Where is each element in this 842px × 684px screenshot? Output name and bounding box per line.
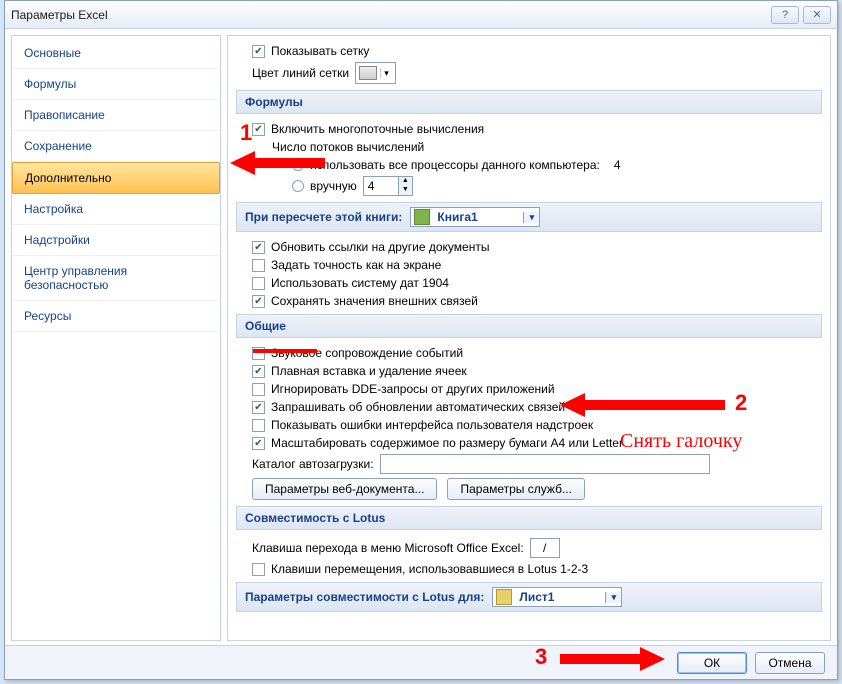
dialog-footer: ОК Отмена bbox=[5, 645, 837, 679]
lotus-params-label: Параметры совместимости с Lotus для: bbox=[245, 590, 484, 604]
scale-a4-label: Масштабировать содержимое по размеру бум… bbox=[271, 436, 623, 450]
sound-label: Звуковое сопровождение событий bbox=[271, 346, 463, 360]
ignore-dde-checkbox[interactable] bbox=[252, 383, 265, 396]
ask-update-label: Запрашивать об обновлении автоматических… bbox=[271, 400, 565, 414]
addin-errors-checkbox[interactable] bbox=[252, 419, 265, 432]
sidebar-item-customize[interactable]: Настройка bbox=[12, 194, 220, 225]
threads-label: Число потоков вычислений bbox=[272, 140, 424, 154]
spin-down-icon[interactable]: ▼ bbox=[398, 186, 412, 195]
workbook-name: Книга1 bbox=[433, 210, 523, 224]
titlebar: Параметры Excel ? ✕ bbox=[5, 1, 837, 29]
cancel-button[interactable]: Отмена bbox=[755, 652, 825, 674]
grid-color-picker[interactable]: ▾ bbox=[355, 62, 396, 84]
smooth-insert-checkbox[interactable] bbox=[252, 365, 265, 378]
use-all-cpus-radio[interactable] bbox=[292, 159, 304, 171]
screen-precision-label: Задать точность как на экране bbox=[271, 258, 441, 272]
recalc-header-label: При пересчете этой книги: bbox=[245, 210, 402, 224]
spin-up-icon[interactable]: ▲ bbox=[398, 177, 412, 186]
autoload-path-input[interactable] bbox=[380, 454, 710, 474]
lotus-keys-label: Клавиши перемещения, использовавшиеся в … bbox=[271, 562, 588, 576]
show-grid-label: Показывать сетку bbox=[271, 44, 369, 58]
screen-precision-checkbox[interactable] bbox=[252, 259, 265, 272]
content-panel[interactable]: Показывать сетку Цвет линий сетки ▾ Форм… bbox=[227, 35, 831, 641]
update-links-checkbox[interactable] bbox=[252, 241, 265, 254]
date-1904-checkbox[interactable] bbox=[252, 277, 265, 290]
sidebar-item-advanced[interactable]: Дополнительно bbox=[12, 162, 220, 194]
scale-a4-checkbox[interactable] bbox=[252, 437, 265, 450]
options-dialog: Параметры Excel ? ✕ Основные Формулы Пра… bbox=[4, 0, 838, 680]
recalc-header: При пересчете этой книги: Книга1 ▾ bbox=[236, 202, 822, 232]
thread-count-value: 4 bbox=[364, 177, 398, 195]
thread-count-spinner[interactable]: 4 ▲▼ bbox=[363, 176, 413, 196]
service-params-button[interactable]: Параметры служб... bbox=[447, 478, 584, 500]
close-button[interactable]: ✕ bbox=[803, 6, 831, 24]
window-title: Параметры Excel bbox=[11, 8, 771, 22]
sound-checkbox[interactable] bbox=[252, 347, 265, 360]
titlebar-buttons: ? ✕ bbox=[771, 6, 831, 24]
date-1904-label: Использовать систему дат 1904 bbox=[271, 276, 449, 290]
menu-key-label: Клавиша перехода в меню Microsoft Office… bbox=[252, 541, 524, 555]
menu-key-input[interactable]: / bbox=[530, 538, 560, 558]
sheet-icon bbox=[496, 589, 512, 605]
chevron-down-icon: ▾ bbox=[605, 592, 621, 603]
lotus-keys-checkbox[interactable] bbox=[252, 563, 265, 576]
show-grid-checkbox[interactable] bbox=[252, 45, 265, 58]
autoload-label: Каталог автозагрузки: bbox=[252, 457, 374, 471]
multithread-label: Включить многопоточные вычисления bbox=[271, 122, 484, 136]
manual-threads-label: вручную bbox=[310, 179, 357, 193]
smooth-insert-label: Плавная вставка и удаление ячеек bbox=[271, 364, 467, 378]
sidebar-item-proofing[interactable]: Правописание bbox=[12, 100, 220, 131]
sheet-combo[interactable]: Лист1 ▾ bbox=[492, 587, 622, 607]
addin-errors-label: Показывать ошибки интерфейса пользовател… bbox=[271, 418, 593, 432]
chevron-down-icon: ▾ bbox=[380, 68, 392, 79]
category-sidebar: Основные Формулы Правописание Сохранение… bbox=[11, 35, 221, 641]
general-header: Общие bbox=[236, 314, 822, 338]
help-button[interactable]: ? bbox=[771, 6, 799, 24]
cpu-count-value: 4 bbox=[614, 158, 621, 172]
update-links-label: Обновить ссылки на другие документы bbox=[271, 240, 489, 254]
save-ext-checkbox[interactable] bbox=[252, 295, 265, 308]
use-all-cpus-label: использовать все процессоры данного комп… bbox=[310, 158, 600, 172]
multithread-checkbox[interactable] bbox=[252, 123, 265, 136]
save-ext-label: Сохранять значения внешних связей bbox=[271, 294, 478, 308]
workbook-icon bbox=[414, 209, 430, 225]
grid-color-label: Цвет линий сетки bbox=[252, 66, 349, 80]
color-swatch-icon bbox=[359, 66, 377, 80]
sidebar-item-formulas[interactable]: Формулы bbox=[12, 69, 220, 100]
workbook-combo[interactable]: Книга1 ▾ bbox=[410, 207, 540, 227]
lotus-header: Совместимость с Lotus bbox=[236, 506, 822, 530]
sidebar-item-addins[interactable]: Надстройки bbox=[12, 225, 220, 256]
sheet-name: Лист1 bbox=[515, 590, 605, 604]
ignore-dde-label: Игнорировать DDE-запросы от других прило… bbox=[271, 382, 555, 396]
ask-update-checkbox[interactable] bbox=[252, 401, 265, 414]
sidebar-item-resources[interactable]: Ресурсы bbox=[12, 301, 220, 332]
sidebar-item-general[interactable]: Основные bbox=[12, 38, 220, 69]
web-params-button[interactable]: Параметры веб-документа... bbox=[252, 478, 437, 500]
manual-threads-radio[interactable] bbox=[292, 180, 304, 192]
formulas-header: Формулы bbox=[236, 90, 822, 114]
sidebar-item-save[interactable]: Сохранение bbox=[12, 131, 220, 162]
ok-button[interactable]: ОК bbox=[677, 652, 747, 674]
sidebar-item-trust[interactable]: Центр управления безопасностью bbox=[12, 256, 220, 301]
lotus-params-header: Параметры совместимости с Lotus для: Лис… bbox=[236, 582, 822, 612]
chevron-down-icon: ▾ bbox=[523, 212, 539, 223]
